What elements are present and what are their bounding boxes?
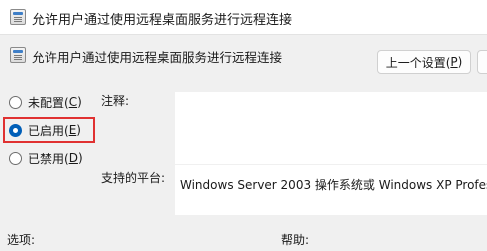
comment-textarea[interactable] (175, 92, 487, 164)
previous-setting-button[interactable]: 上一个设置(P) (377, 50, 471, 74)
previous-setting-label-end: ) (457, 55, 463, 69)
radio-accesskey: D (68, 151, 78, 165)
radio-label-end: ) (76, 123, 81, 137)
policy-setting-icon (10, 9, 26, 25)
title-bar: 允许用户通过使用远程桌面服务进行远程连接 (0, 0, 487, 34)
radio-label: 未配置( (28, 95, 69, 110)
previous-setting-label: 上一个设置( (385, 55, 451, 70)
radio-accesskey: E (68, 123, 77, 137)
title-divider (0, 34, 487, 35)
supported-platform-value: Windows Server 2003 操作系统或 Windows XP Pro… (180, 178, 487, 192)
radio-label-end: ) (77, 151, 83, 165)
radio-disabled[interactable]: 已禁用(D) (9, 148, 83, 168)
radio-accesskey: C (68, 95, 78, 109)
radio-label: 已禁用( (28, 151, 69, 166)
radio-label: 已启用( (28, 123, 69, 138)
options-label: 选项: (7, 233, 36, 247)
previous-setting-accesskey: P (450, 55, 458, 69)
policy-dialog: 允许用户通过使用远程桌面服务进行远程连接 允许用户通过使用远程桌面服务进行远程连… (0, 0, 487, 251)
radio-circle[interactable] (9, 95, 22, 109)
policy-setting-icon (10, 47, 26, 63)
radio-enabled[interactable]: 已启用(E) (9, 120, 81, 140)
radio-circle-checked[interactable] (9, 123, 22, 137)
supported-platform-label: 支持的平台: (101, 171, 166, 185)
window-title: 允许用户通过使用远程桌面服务进行远程连接 (32, 13, 293, 28)
comment-label: 注释: (101, 94, 130, 108)
help-label: 帮助: (281, 233, 310, 247)
radio-not-configured[interactable]: 未配置(C) (9, 92, 82, 112)
radio-circle[interactable] (9, 151, 22, 165)
policy-title: 允许用户通过使用远程桌面服务进行远程连接 (32, 50, 283, 65)
next-setting-button[interactable] (477, 50, 487, 74)
supported-platform-box: Windows Server 2003 操作系统或 Windows XP Pro… (175, 165, 487, 215)
radio-label-end: ) (77, 95, 82, 109)
